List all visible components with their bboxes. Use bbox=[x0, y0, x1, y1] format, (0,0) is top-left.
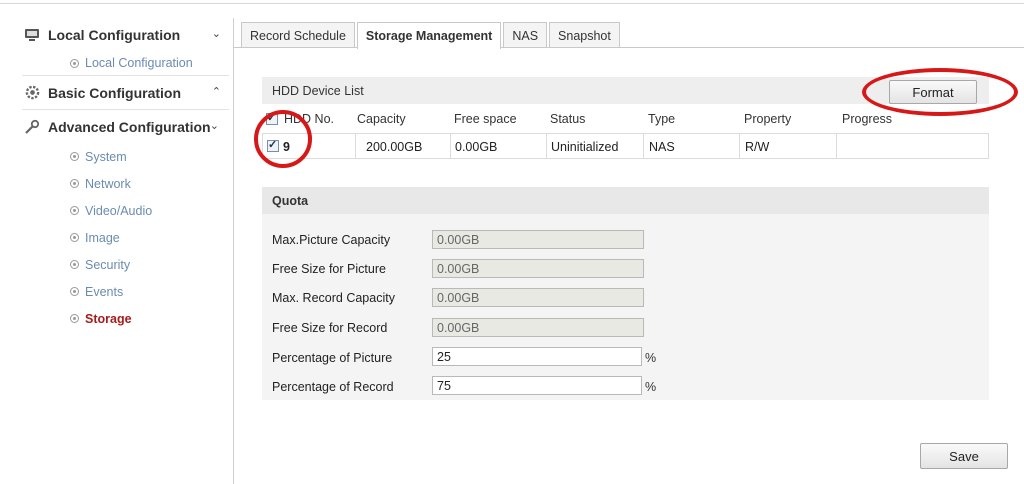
free-size-picture-field: 0.00GB bbox=[432, 259, 644, 278]
bullet-icon bbox=[70, 287, 79, 296]
section-advanced-configuration[interactable]: Advanced Configuration ⌄ bbox=[18, 110, 233, 143]
format-button[interactable]: Format bbox=[889, 80, 977, 104]
row-checkbox[interactable] bbox=[267, 138, 279, 155]
sidebar-item-events[interactable]: Events bbox=[18, 278, 233, 305]
col-type: Type bbox=[648, 112, 676, 126]
bullet-icon bbox=[70, 179, 79, 188]
cell-status: Uninitialized bbox=[551, 140, 619, 154]
tab-nas[interactable]: NAS bbox=[503, 22, 548, 48]
sidebar-item-network[interactable]: Network bbox=[18, 170, 233, 197]
sidebar-item-storage[interactable]: Storage bbox=[18, 305, 233, 332]
free-size-record-field: 0.00GB bbox=[432, 318, 644, 337]
col-property: Property bbox=[744, 112, 792, 126]
bullet-icon bbox=[70, 260, 79, 269]
max-record-capacity-field: 0.00GB bbox=[432, 288, 644, 307]
bullet-icon bbox=[70, 152, 79, 161]
chevron-down-icon[interactable]: ⌄ bbox=[212, 27, 221, 40]
bullet-icon bbox=[70, 314, 79, 323]
col-free-space: Free space bbox=[454, 112, 517, 126]
nav-item-label: Security bbox=[85, 257, 131, 272]
nav-item-label: Video/Audio bbox=[85, 203, 153, 218]
cell-type: NAS bbox=[649, 140, 675, 154]
nav-item-label: System bbox=[85, 149, 127, 164]
monitor-icon bbox=[24, 27, 40, 43]
nav-item-label: Events bbox=[85, 284, 124, 299]
cell-hdd-no: 9 bbox=[283, 140, 290, 154]
section-title: Advanced Configuration bbox=[48, 118, 211, 135]
section-local-configuration[interactable]: Local Configuration ⌄ bbox=[18, 18, 233, 51]
max-picture-capacity-field: 0.00GB bbox=[432, 230, 644, 249]
nav-item-label: Local Configuration bbox=[85, 56, 193, 70]
hdd-list-header: HDD Device List bbox=[262, 77, 989, 104]
sidebar-item-video-audio[interactable]: Video/Audio bbox=[18, 197, 233, 224]
percentage-record-input[interactable]: 75 bbox=[432, 376, 642, 395]
wrench-icon bbox=[24, 119, 40, 135]
chevron-down-icon[interactable]: ⌄ bbox=[210, 119, 219, 132]
sidebar-item-system[interactable]: System bbox=[18, 143, 233, 170]
bullet-icon bbox=[70, 58, 79, 68]
bullet-icon bbox=[70, 233, 79, 242]
divider bbox=[739, 134, 740, 158]
divider bbox=[450, 134, 451, 158]
percent-unit: % bbox=[645, 380, 657, 394]
tab-snapshot[interactable]: Snapshot bbox=[549, 22, 620, 48]
cell-capacity: 200.00GB bbox=[366, 140, 423, 154]
chevron-up-icon[interactable]: ⌃ bbox=[212, 85, 221, 98]
quota-label: Free Size for Record bbox=[272, 320, 388, 335]
col-progress: Progress bbox=[842, 112, 893, 126]
col-status: Status bbox=[550, 112, 586, 126]
hdd-table-header: HDD No. Capacity Free space Status Type … bbox=[262, 108, 989, 132]
bullet-icon bbox=[70, 206, 79, 215]
gear-icon bbox=[24, 85, 40, 101]
quota-label: Percentage of Picture bbox=[272, 350, 393, 365]
nav-item-label: Storage bbox=[85, 311, 132, 326]
quota-label: Free Size for Picture bbox=[272, 261, 386, 276]
nav-item-label: Image bbox=[85, 230, 120, 245]
tab-bar: Record Schedule Storage Management NAS S… bbox=[241, 22, 622, 49]
tab-storage-management[interactable]: Storage Management bbox=[356, 22, 502, 49]
section-title: Basic Configuration bbox=[48, 84, 182, 101]
divider bbox=[355, 134, 356, 158]
sidebar-item-image[interactable]: Image bbox=[18, 224, 233, 251]
percentage-picture-input[interactable]: 25 bbox=[432, 347, 642, 366]
cell-property: R/W bbox=[745, 140, 770, 154]
sidebar-item-security[interactable]: Security bbox=[18, 251, 233, 278]
nav-item-label: Network bbox=[85, 176, 131, 191]
divider bbox=[836, 134, 837, 158]
save-button[interactable]: Save bbox=[920, 443, 1008, 469]
col-hdd-no: HDD No. bbox=[284, 112, 335, 126]
section-title: Local Configuration bbox=[48, 26, 181, 43]
percent-unit: % bbox=[645, 351, 657, 365]
section-basic-configuration[interactable]: Basic Configuration ⌃ bbox=[18, 76, 233, 109]
quota-label: Percentage of Record bbox=[272, 379, 394, 394]
divider bbox=[546, 134, 547, 158]
quota-label: Max.Picture Capacity bbox=[272, 232, 391, 247]
sidebar: Local Configuration ⌄ Local Configuratio… bbox=[18, 18, 234, 484]
cell-free-space: 0.00GB bbox=[455, 140, 498, 154]
top-divider bbox=[0, 3, 1024, 4]
quota-label: Max. Record Capacity bbox=[272, 290, 395, 305]
quota-header: Quota bbox=[262, 187, 989, 214]
table-row[interactable]: 9 200.00GB 0.00GB Uninitialized NAS R/W bbox=[262, 133, 989, 159]
col-capacity: Capacity bbox=[357, 112, 406, 126]
advanced-items: System Network Video/Audio Image Security Eve… bbox=[18, 143, 233, 332]
select-all-checkbox[interactable] bbox=[266, 111, 278, 128]
tab-record-schedule[interactable]: Record Schedule bbox=[241, 22, 355, 48]
divider bbox=[643, 134, 644, 158]
nav-item-local-configuration[interactable]: Local Configuration bbox=[18, 51, 233, 75]
